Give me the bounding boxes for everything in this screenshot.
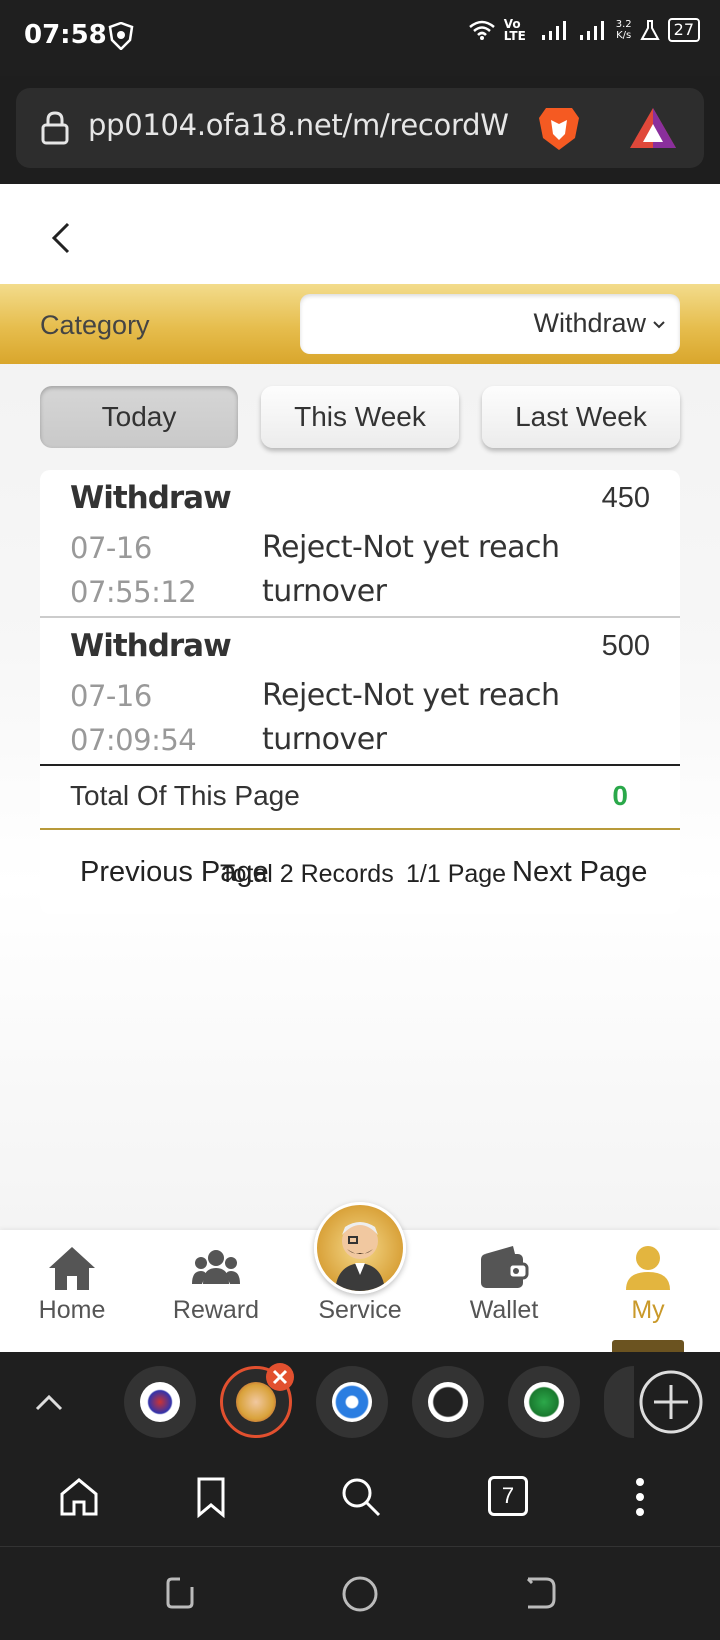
nav-wallet-label[interactable]: Wallet bbox=[432, 1296, 576, 1325]
chevron-up-icon[interactable] bbox=[34, 1392, 64, 1412]
nav-my[interactable]: My bbox=[576, 1230, 720, 1352]
record-date: 07-16 bbox=[70, 531, 152, 565]
total-label: Total Of This Page bbox=[70, 780, 300, 811]
nav-service-label[interactable]: Service bbox=[288, 1296, 432, 1325]
status-time: 07:58 bbox=[24, 20, 107, 50]
page-info: 1/1 Page bbox=[406, 860, 507, 888]
nav-my-label[interactable]: My bbox=[576, 1296, 720, 1325]
total-value: 0 bbox=[612, 780, 628, 811]
record-datetime: 07-16 07:55:12 bbox=[70, 526, 197, 614]
nav-active-indicator bbox=[612, 1340, 684, 1352]
record-amount: 500 bbox=[601, 630, 650, 662]
record-date: 07-16 bbox=[70, 679, 152, 713]
user-icon[interactable] bbox=[623, 1244, 673, 1292]
browser-tab-strip bbox=[0, 1352, 720, 1452]
date-range-tabs: Today This Week Last Week bbox=[40, 386, 680, 448]
site-favicon-icon[interactable] bbox=[140, 1382, 180, 1422]
status-bar: 07:58 Vo LTE 3.2 K/s 27 bbox=[0, 0, 720, 76]
tab-count-button[interactable]: 7 bbox=[488, 1476, 528, 1516]
nav-service[interactable]: Service bbox=[288, 1202, 432, 1352]
record-time: 07:55:12 bbox=[70, 575, 197, 609]
page-content: Category Withdraw Today This Week Last W… bbox=[0, 184, 720, 1352]
home-circle-icon[interactable] bbox=[341, 1575, 379, 1613]
record-row: Withdraw 450 07-16 07:55:12 Reject-Not y… bbox=[40, 470, 680, 618]
total-row: Total Of This Page 0 bbox=[40, 766, 680, 828]
chevron-down-icon[interactable] bbox=[652, 320, 666, 330]
page-header bbox=[0, 184, 720, 284]
lock-icon[interactable] bbox=[40, 110, 70, 146]
record-datetime: 07-16 07:09:54 bbox=[70, 674, 197, 762]
wallet-icon[interactable] bbox=[479, 1244, 529, 1292]
record-time: 07:09:54 bbox=[70, 723, 197, 757]
nav-home-label[interactable]: Home bbox=[0, 1296, 144, 1325]
more-menu-icon[interactable] bbox=[634, 1476, 646, 1518]
service-avatar[interactable] bbox=[314, 1202, 406, 1294]
tab-chip-partial[interactable] bbox=[604, 1366, 634, 1438]
back-nav-icon[interactable] bbox=[522, 1575, 558, 1611]
site-favicon-icon[interactable] bbox=[332, 1382, 372, 1422]
category-select[interactable]: Withdraw bbox=[300, 294, 680, 354]
brave-rewards-icon[interactable] bbox=[628, 106, 678, 152]
network-speed: 3.2 K/s bbox=[616, 19, 632, 41]
record-row: Withdraw 500 07-16 07:09:54 Reject-Not y… bbox=[40, 618, 680, 766]
back-arrow-icon[interactable] bbox=[48, 220, 74, 256]
flask-icon bbox=[639, 20, 660, 40]
tab-chip[interactable] bbox=[124, 1366, 196, 1438]
category-label: Category bbox=[40, 310, 150, 340]
bottom-nav: Home Reward Service Wallet My bbox=[0, 1202, 720, 1352]
tab-chip[interactable] bbox=[412, 1366, 484, 1438]
address-bar[interactable]: pp0104.ofa18.net/m/recordW bbox=[16, 88, 704, 168]
speed-unit: K/s bbox=[616, 30, 632, 41]
record-amount: 450 bbox=[601, 482, 650, 514]
group-icon[interactable] bbox=[191, 1244, 241, 1292]
record-status-line2: turnover bbox=[262, 722, 387, 757]
tab-chip[interactable] bbox=[508, 1366, 580, 1438]
nav-home[interactable]: Home bbox=[0, 1230, 144, 1352]
nav-reward-label[interactable]: Reward bbox=[144, 1296, 288, 1325]
pagination: Previous Page Total 2 Records 1/1 Page N… bbox=[40, 830, 680, 914]
category-value[interactable]: Withdraw bbox=[533, 308, 646, 339]
home-icon[interactable] bbox=[58, 1476, 100, 1518]
records-card: Withdraw 450 07-16 07:55:12 Reject-Not y… bbox=[40, 470, 680, 914]
record-status-line1: Reject-Not yet reach bbox=[262, 678, 560, 713]
record-status: Reject-Not yet reach turnover bbox=[262, 526, 560, 614]
bookmark-icon[interactable] bbox=[190, 1476, 232, 1518]
tab-this-week[interactable]: This Week bbox=[261, 386, 459, 448]
search-icon[interactable] bbox=[340, 1476, 382, 1518]
tab-last-week[interactable]: Last Week bbox=[482, 386, 680, 448]
site-favicon-icon[interactable] bbox=[524, 1382, 564, 1422]
globe-icon[interactable] bbox=[428, 1382, 468, 1422]
system-navigation bbox=[0, 1546, 720, 1640]
nav-reward[interactable]: Reward bbox=[144, 1230, 288, 1352]
tab-chip[interactable] bbox=[316, 1366, 388, 1438]
nav-wallet[interactable]: Wallet bbox=[432, 1230, 576, 1352]
signal-icon-2 bbox=[579, 21, 604, 40]
record-type: Withdraw bbox=[70, 628, 232, 664]
record-status-line2: turnover bbox=[262, 574, 387, 609]
close-tab-icon[interactable] bbox=[265, 1362, 295, 1392]
recents-icon[interactable] bbox=[162, 1575, 198, 1611]
tab-today[interactable]: Today bbox=[40, 386, 238, 448]
browser-toolbar: 7 bbox=[0, 1452, 720, 1546]
brave-lion-icon[interactable] bbox=[536, 104, 582, 152]
record-type: Withdraw bbox=[70, 480, 232, 516]
brave-shield-icon bbox=[108, 22, 134, 50]
record-status-line1: Reject-Not yet reach bbox=[262, 530, 560, 565]
home-icon[interactable] bbox=[47, 1244, 97, 1292]
status-indicators: Vo LTE 3.2 K/s 27 bbox=[468, 18, 700, 42]
total-records: Total 2 Records bbox=[220, 860, 394, 888]
record-status: Reject-Not yet reach turnover bbox=[262, 674, 560, 762]
next-page-button[interactable]: Next Page bbox=[512, 856, 647, 889]
wifi-icon bbox=[468, 20, 495, 40]
new-tab-icon[interactable] bbox=[638, 1369, 704, 1435]
battery-indicator: 27 bbox=[667, 18, 700, 42]
url-text[interactable]: pp0104.ofa18.net/m/recordW bbox=[88, 108, 528, 142]
network-type: Vo LTE bbox=[503, 17, 526, 43]
signal-icon-1 bbox=[541, 21, 566, 40]
service-agent-icon[interactable] bbox=[317, 1205, 403, 1291]
speed-value: 3.2 bbox=[615, 19, 632, 30]
category-filter-bar: Category Withdraw bbox=[0, 284, 720, 364]
